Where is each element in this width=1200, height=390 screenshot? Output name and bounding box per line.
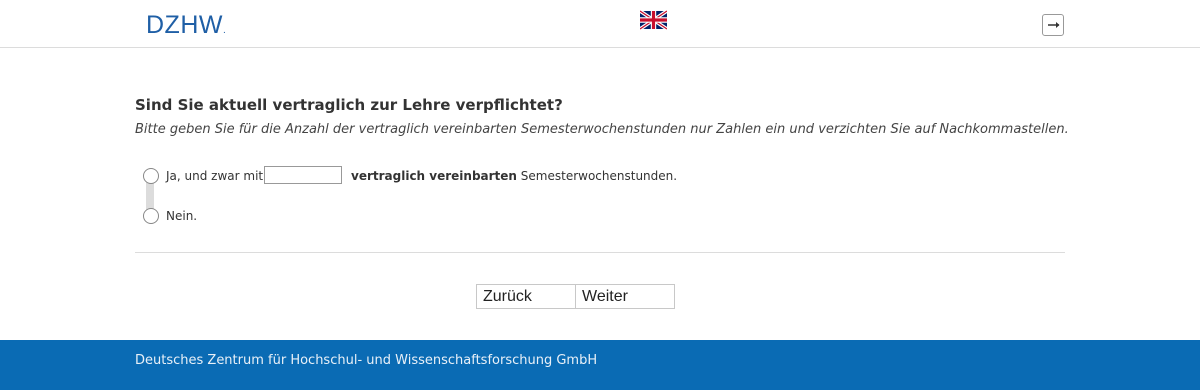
logout-button[interactable] (1042, 14, 1064, 36)
question-title: Sind Sie aktuell vertraglich zur Lehre v… (135, 96, 563, 114)
divider (135, 252, 1065, 253)
radio-yes[interactable] (143, 168, 159, 184)
footer-text: Deutsches Zentrum für Hochschul- und Wis… (135, 353, 598, 368)
dzhw-logo: DZHW. (146, 11, 227, 39)
back-button[interactable]: Zurück (476, 284, 576, 309)
option-no-label: Nein. (166, 209, 198, 223)
next-button[interactable]: Weiter (575, 284, 675, 309)
radio-no[interactable] (143, 208, 159, 224)
option-yes-suffix: vertraglich vereinbarten Semesterwochens… (351, 169, 678, 183)
uk-flag-icon[interactable] (640, 10, 667, 30)
footer: Deutsches Zentrum für Hochschul- und Wis… (0, 340, 1200, 390)
top-bar: DZHW. (0, 0, 1200, 48)
option-yes-label: Ja, und zwar mit (166, 169, 264, 183)
question-instruction: Bitte geben Sie für die Anzahl der vertr… (135, 122, 1069, 137)
logout-icon (1048, 22, 1060, 28)
hours-input[interactable] (264, 166, 342, 184)
